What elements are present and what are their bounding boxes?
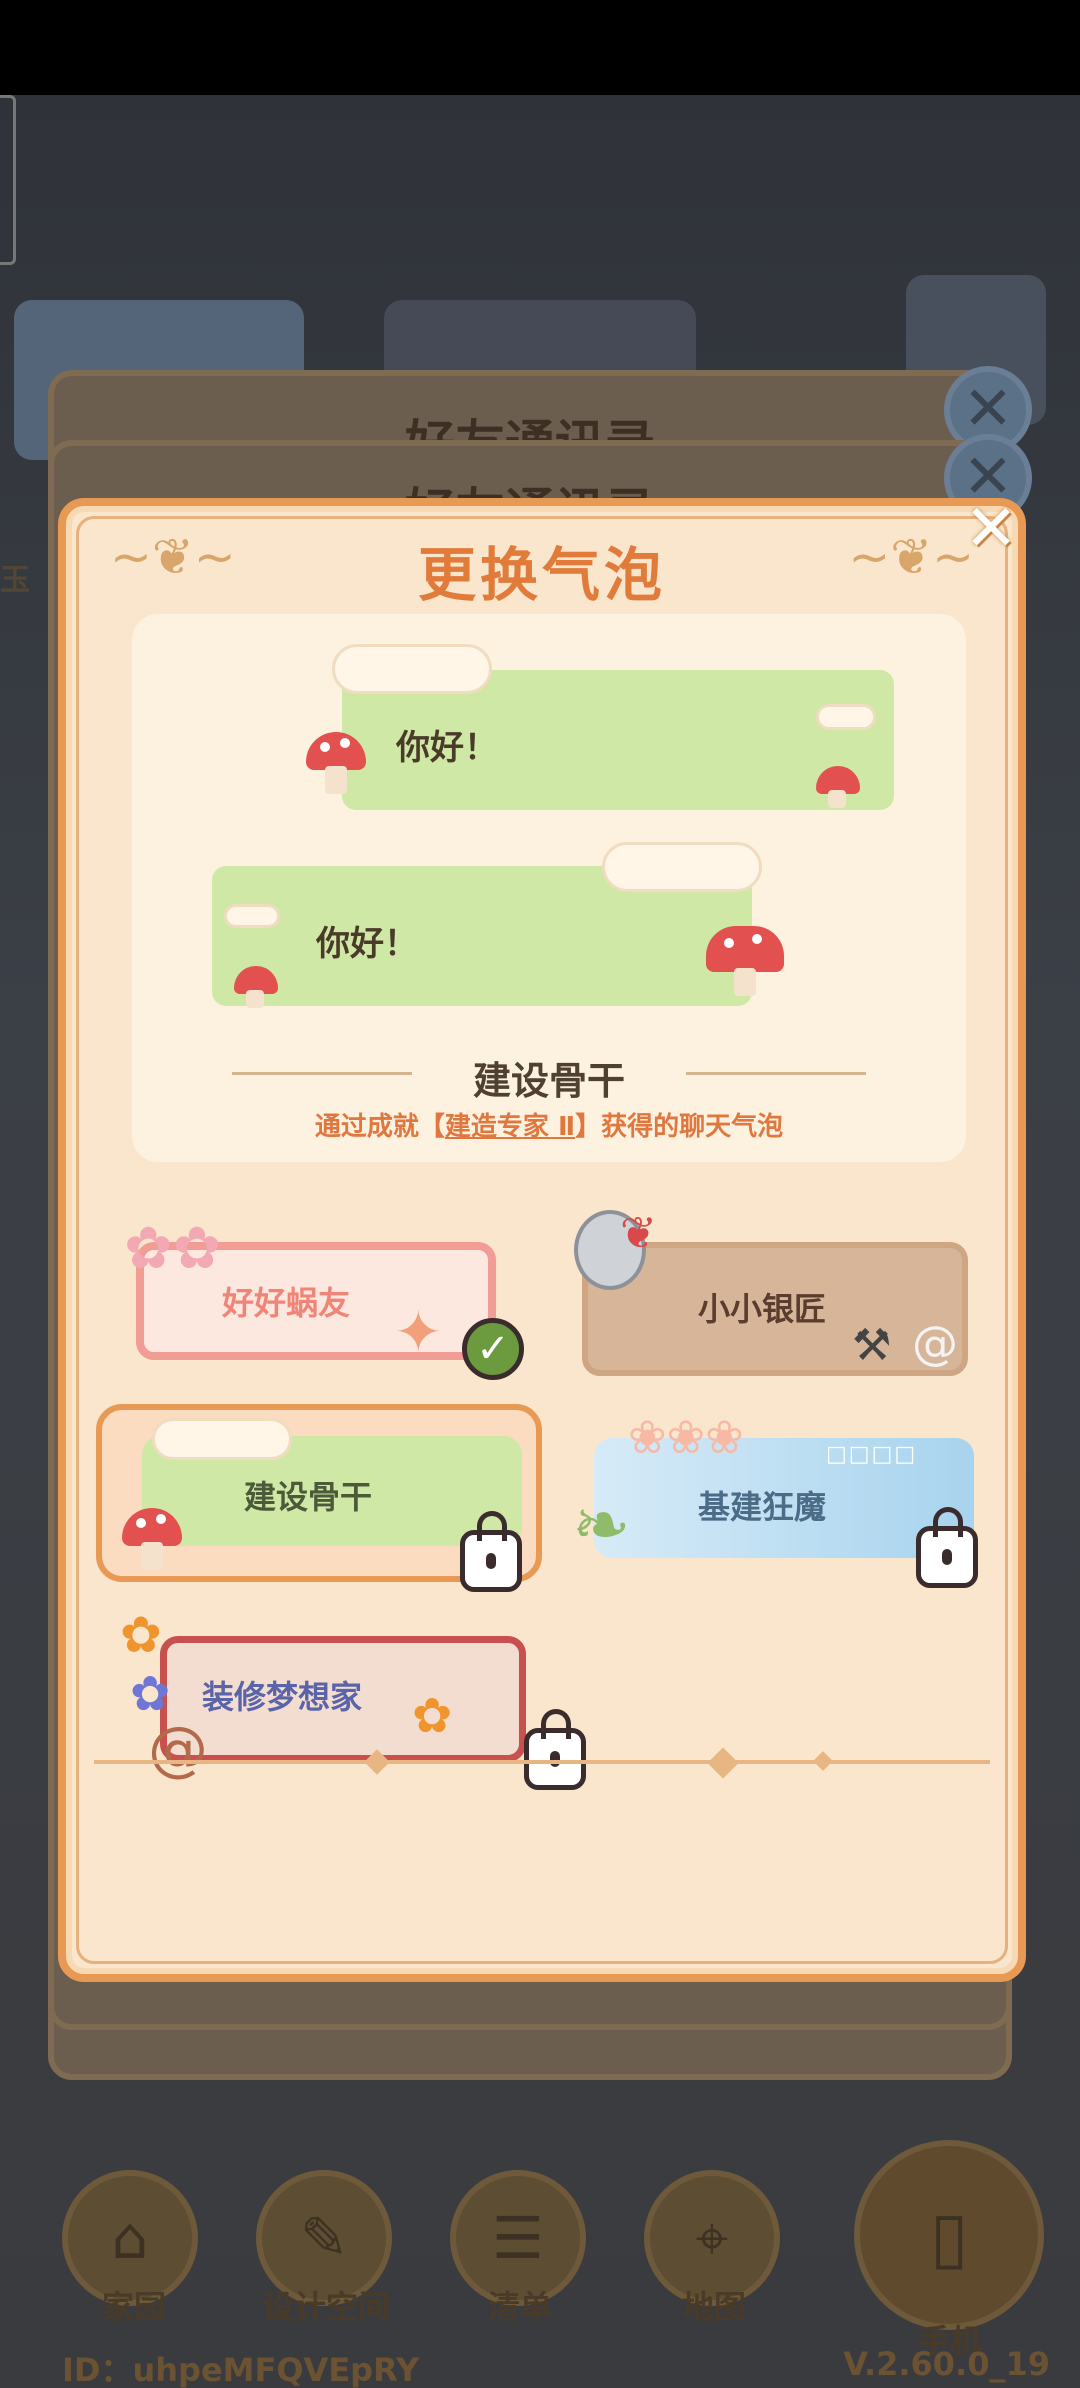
- bubble-option-zhuangxiumengxiangjia[interactable]: ✿ ✿ @ ✿ 装修梦想家: [120, 1606, 586, 1790]
- hammer-icon: ⚒: [852, 1320, 892, 1371]
- nav-home-label: 家园: [101, 2288, 166, 2326]
- bubble-option-jijiankuangmo[interactable]: ❀❀❀ ❧ □□□□ 基建狂魔: [568, 1404, 998, 1588]
- bubble-option-label: 基建狂魔: [698, 1488, 827, 1526]
- bubble-option-haohaowoyou[interactable]: ✿✿ ✦ 好好蜗友 ✓: [104, 1208, 534, 1388]
- status-bar: [0, 0, 1080, 95]
- nav-map-label: 地图: [681, 2288, 746, 2326]
- dots-decoration: □□□□: [826, 1442, 918, 1467]
- lock-icon: [916, 1507, 978, 1588]
- side-label: 玉: [0, 563, 30, 598]
- bubble-preview: 你好！ 你好！ 建设骨干 通过成就【建造专家 Ⅱ】获得的聊天气泡: [132, 614, 966, 1162]
- cloud-decoration: [224, 904, 280, 928]
- scene-frame: [0, 95, 16, 265]
- desc-suffix: 】获得的聊天气泡: [575, 1112, 784, 1142]
- map-pin-icon: ⌖: [695, 2204, 729, 2272]
- flower-icon: ✿: [120, 1606, 162, 1664]
- phone-icon: ▯: [929, 2196, 969, 2278]
- achievement-link[interactable]: 建造专家 Ⅱ: [445, 1112, 575, 1142]
- flower-icon: ✿: [412, 1688, 453, 1744]
- bottom-divider: [94, 1760, 990, 1764]
- house-icon: ⌂: [111, 2204, 149, 2272]
- lily-icon: ❀❀❀: [628, 1410, 744, 1464]
- bubble-picker-dialog: ~❦~ ~❦~ 更换气泡 你好！ 你好！ 建设骨干 通过成就【建造专家 Ⅱ】获得…: [58, 498, 1026, 1982]
- flower-icon: ✿✿: [124, 1214, 222, 1282]
- divider-diamond: [813, 1751, 833, 1771]
- bubble-option-xiaoxiaoyinjiang[interactable]: ❦ ⚒ @ 小小银匠: [568, 1208, 998, 1388]
- snail-shell-icon: @: [148, 1714, 208, 1784]
- lock-icon: [524, 1709, 586, 1790]
- desc-prefix: 通过成就【: [314, 1112, 445, 1142]
- preview-bubble-text: 你好！: [316, 924, 418, 964]
- divider-diamond: [707, 1747, 739, 1779]
- cloud-decoration: [332, 644, 492, 694]
- bubble-option-jiansheggugan[interactable]: 建设骨干: [96, 1404, 542, 1592]
- cloud-decoration: [602, 842, 762, 892]
- bubble-option-label: 装修梦想家: [202, 1678, 363, 1716]
- cloud-decoration: [816, 704, 876, 730]
- preview-bubble-description: 通过成就【建造专家 Ⅱ】获得的聊天气泡: [132, 1106, 966, 1143]
- leaf-icon: ❧: [572, 1484, 631, 1566]
- check-icon: ✓: [462, 1318, 524, 1380]
- butterfly-icon: ✦: [394, 1298, 443, 1366]
- preview-bubble-text: 你好！: [396, 728, 498, 768]
- butterfly-icon: ❦: [620, 1208, 657, 1259]
- cloud-decoration: [152, 1418, 292, 1460]
- nav-phone-button[interactable]: ▯: [854, 2140, 1044, 2330]
- snail-icon: @: [912, 1316, 958, 1370]
- dialog-title: 更换气泡: [417, 541, 666, 609]
- bubble-option-label: 建设骨干: [244, 1478, 373, 1516]
- preview-bubble-name: 建设骨干: [472, 1059, 625, 1103]
- bubble-option-label: 小小银匠: [698, 1290, 827, 1328]
- version-label: V.2.60.0_19: [843, 2345, 1050, 2383]
- nav-list-label: 清单: [487, 2288, 552, 2326]
- bubble-option-label: 好好蜗友: [222, 1284, 351, 1322]
- ruler-icon: ✎: [299, 2204, 349, 2272]
- list-icon: ☰: [492, 2204, 544, 2272]
- close-dialog-button[interactable]: ✕: [962, 497, 1020, 561]
- lock-icon: [460, 1511, 522, 1592]
- user-id: ID：uhpeMFQVEpRY: [62, 2351, 420, 2388]
- nav-design-label: 设计空间: [261, 2288, 390, 2326]
